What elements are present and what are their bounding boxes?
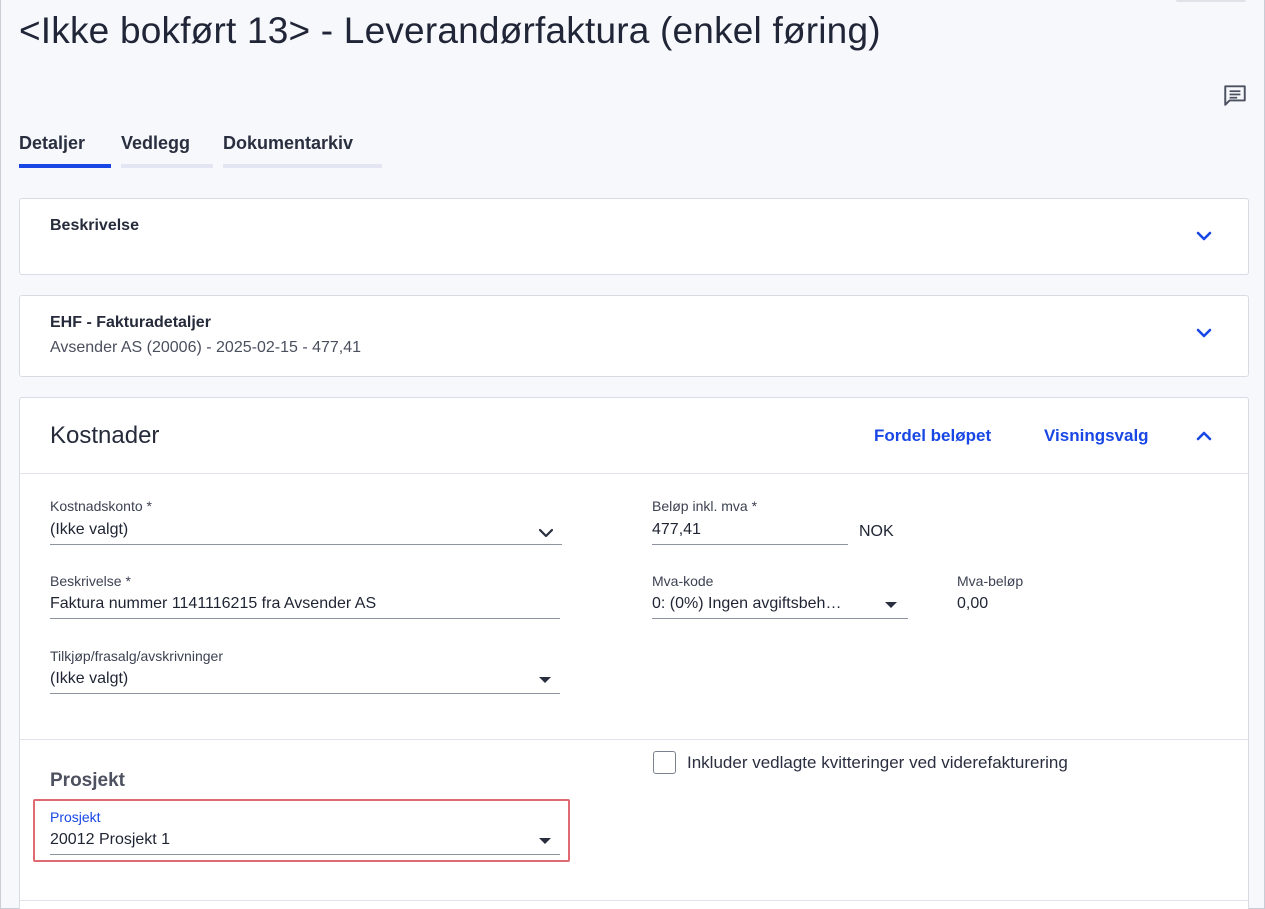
mva-kode-select[interactable]: 0: (0%) Ingen avgiftsbeh…	[652, 595, 878, 613]
belop-input[interactable]: 477,41	[652, 521, 842, 539]
kostnadskonto-select[interactable]: (Ikke valgt)	[50, 521, 520, 539]
beskrivelse-card-title: Beskrivelse	[50, 217, 139, 234]
app-frame: <Ikke bokført 13> - Leverandørfaktura (e…	[0, 0, 1265, 909]
tab-indicator	[121, 164, 213, 168]
field-underline	[652, 618, 908, 619]
kostnader-title: Kostnader	[50, 422, 160, 449]
tab-indicator	[223, 164, 382, 168]
include-receipts-checkbox[interactable]	[653, 751, 676, 774]
divider	[20, 900, 1248, 901]
page-title: <Ikke bokført 13> - Leverandørfaktura (e…	[19, 10, 881, 51]
chevron-up-icon[interactable]	[1194, 429, 1214, 443]
include-receipts-label: Inkluder vedlagte kvitteringer ved vider…	[687, 753, 1068, 772]
caret-down-icon[interactable]	[539, 677, 551, 683]
comment-icon[interactable]	[1222, 82, 1248, 108]
tab-label: Vedlegg	[121, 133, 191, 153]
top-stub	[1176, 0, 1246, 2]
ehf-summary: Avsender AS (20006) - 2025-02-15 - 477,4…	[50, 339, 362, 356]
chevron-down-icon[interactable]	[1194, 326, 1214, 340]
belop-label: Beløp inkl. mva *	[652, 498, 758, 514]
currency-label: NOK	[859, 523, 894, 540]
mva-belop-value: 0,00	[957, 595, 989, 612]
tab-label: Dokumentarkiv	[223, 133, 354, 153]
beskrivelse-card[interactable]: Beskrivelse	[19, 198, 1249, 275]
field-underline	[50, 618, 560, 619]
mva-kode-label: Mva-kode	[652, 573, 714, 589]
prosjekt-heading: Prosjekt	[50, 770, 125, 791]
tab-detaljer[interactable]: Detaljer	[19, 130, 111, 168]
fordel-belopet-link[interactable]: Fordel beløpet	[874, 426, 991, 446]
ehf-card-title: EHF - Fakturadetaljer	[50, 314, 211, 331]
beskrivelse-label: Beskrivelse *	[50, 573, 131, 589]
field-underline	[652, 544, 848, 545]
kostnadskonto-label: Kostnadskonto *	[50, 498, 152, 514]
field-underline	[50, 544, 562, 545]
ehf-card[interactable]: EHF - Fakturadetaljer Avsender AS (20006…	[19, 295, 1249, 377]
mva-belop-label: Mva-beløp	[957, 573, 1024, 589]
divider	[20, 739, 1248, 740]
tab-indicator	[19, 164, 111, 168]
tab-vedlegg[interactable]: Vedlegg	[121, 130, 213, 168]
tab-label: Detaljer	[19, 133, 86, 153]
prosjekt-highlight-box	[33, 799, 570, 862]
tilkjop-label: Tilkjøp/frasalg/avskrivninger	[50, 648, 223, 664]
divider	[20, 473, 1248, 474]
field-underline	[50, 693, 560, 694]
beskrivelse-input[interactable]: Faktura nummer 1141116215 fra Avsender A…	[50, 595, 558, 613]
tilkjop-select[interactable]: (Ikke valgt)	[50, 670, 520, 688]
chevron-down-icon[interactable]	[1194, 229, 1214, 243]
tab-dokumentarkiv[interactable]: Dokumentarkiv	[223, 130, 382, 168]
chevron-down-icon[interactable]	[536, 526, 556, 540]
visningsvalg-link[interactable]: Visningsvalg	[1044, 426, 1149, 446]
caret-down-icon[interactable]	[885, 602, 897, 608]
